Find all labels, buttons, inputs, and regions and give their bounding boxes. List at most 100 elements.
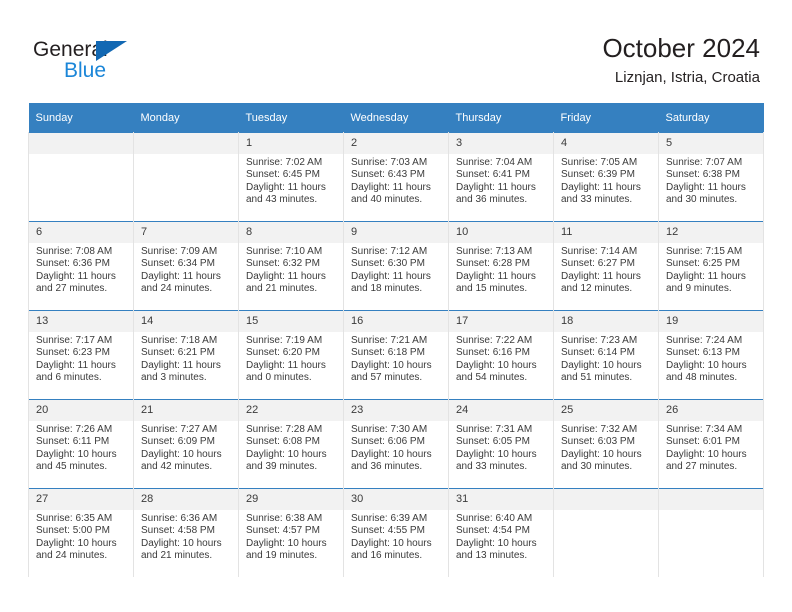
calendar-day-cell[interactable]: 26 Sunrise: 7:34 AM Sunset: 6:01 PM Dayligh…	[658, 399, 764, 489]
daylight-text: Daylight: 10 hours and 27 minutes.	[666, 448, 747, 472]
calendar-day-cell[interactable]: 31 Sunrise: 6:40 AM Sunset: 4:54 PM Dayligh…	[448, 488, 554, 577]
day-cell-inner: 12 Sunrise: 7:15 AM Sunset: 6:25 PM Dayligh…	[659, 222, 763, 310]
day-sun-info: Sunrise: 7:32 AM Sunset: 6:03 PM Daylight:…	[554, 421, 658, 473]
day-cell-inner: 21 Sunrise: 7:27 AM Sunset: 6:09 PM Dayligh…	[134, 400, 238, 488]
day-sun-info: Sunrise: 7:19 AM Sunset: 6:20 PM Daylight:…	[239, 332, 343, 384]
day-number: 22	[239, 400, 343, 421]
sunrise-text: Sunrise: 7:34 AM	[666, 424, 743, 435]
calendar-week-row: 1 Sunrise: 7:02 AM Sunset: 6:45 PM Daylight…	[28, 132, 764, 222]
sunrise-text: Sunrise: 7:12 AM	[351, 246, 428, 257]
day-cell-inner	[554, 489, 658, 577]
calendar-day-cell[interactable]: 29 Sunrise: 6:38 AM Sunset: 4:57 PM Dayligh…	[238, 488, 344, 577]
calendar-body: 1 Sunrise: 7:02 AM Sunset: 6:45 PM Daylight…	[28, 132, 764, 577]
calendar-day-cell[interactable]: 13 Sunrise: 7:17 AM Sunset: 6:23 PM Dayligh…	[28, 310, 134, 400]
day-number: 28	[134, 489, 238, 510]
calendar-day-cell[interactable]: 30 Sunrise: 6:39 AM Sunset: 4:55 PM Dayligh…	[343, 488, 449, 577]
calendar-day-cell[interactable]: 22 Sunrise: 7:28 AM Sunset: 6:08 PM Dayligh…	[238, 399, 344, 489]
calendar-table: Sunday Monday Tuesday Wednesday Thursday…	[28, 103, 764, 577]
day-number: 24	[449, 400, 553, 421]
calendar-day-cell[interactable]: 1 Sunrise: 7:02 AM Sunset: 6:45 PM Daylight…	[238, 132, 344, 222]
sunrise-text: Sunrise: 7:17 AM	[36, 335, 113, 346]
location-subtitle: Liznjan, Istria, Croatia	[614, 69, 760, 86]
day-cell-inner: 17 Sunrise: 7:22 AM Sunset: 6:16 PM Dayligh…	[449, 311, 553, 399]
calendar-day-cell[interactable]: 25 Sunrise: 7:32 AM Sunset: 6:03 PM Dayligh…	[553, 399, 659, 489]
calendar-page: General Blue October 2024 Liznjan, Istri…	[0, 0, 792, 612]
calendar-week-row: 20 Sunrise: 7:26 AM Sunset: 6:11 PM Dayligh…	[28, 399, 764, 489]
day-number: 23	[344, 400, 448, 421]
calendar-day-cell[interactable]: 4 Sunrise: 7:05 AM Sunset: 6:39 PM Daylight…	[553, 132, 659, 222]
daylight-text: Daylight: 10 hours and 13 minutes.	[456, 537, 537, 561]
sunset-text: Sunset: 6:01 PM	[666, 436, 740, 448]
sunset-text: Sunset: 6:21 PM	[141, 347, 215, 359]
day-cell-inner: 22 Sunrise: 7:28 AM Sunset: 6:08 PM Dayligh…	[239, 400, 343, 488]
calendar-day-cell[interactable]: 27 Sunrise: 6:35 AM Sunset: 5:00 PM Dayligh…	[28, 488, 134, 577]
day-cell-inner: 30 Sunrise: 6:39 AM Sunset: 4:55 PM Dayligh…	[344, 489, 448, 577]
daylight-text: Daylight: 11 hours and 36 minutes.	[456, 181, 536, 205]
sunrise-text: Sunrise: 7:18 AM	[141, 335, 218, 346]
day-number: 14	[134, 311, 238, 332]
sunrise-text: Sunrise: 7:08 AM	[36, 246, 113, 257]
daylight-text: Daylight: 10 hours and 45 minutes.	[36, 448, 117, 472]
sunset-text: Sunset: 6:23 PM	[36, 347, 110, 359]
calendar-day-cell[interactable]: 11 Sunrise: 7:14 AM Sunset: 6:27 PM Dayligh…	[553, 221, 659, 311]
calendar-day-cell[interactable]: 15 Sunrise: 7:19 AM Sunset: 6:20 PM Dayligh…	[238, 310, 344, 400]
calendar-day-cell[interactable]: 5 Sunrise: 7:07 AM Sunset: 6:38 PM Daylight…	[658, 132, 764, 222]
sunrise-text: Sunrise: 7:23 AM	[561, 335, 638, 346]
sunrise-text: Sunrise: 7:05 AM	[561, 157, 638, 168]
day-cell-inner	[134, 133, 238, 221]
calendar-head: Sunday Monday Tuesday Wednesday Thursday…	[28, 103, 764, 133]
calendar-day-cell[interactable]: 7 Sunrise: 7:09 AM Sunset: 6:34 PM Daylight…	[133, 221, 239, 311]
calendar-day-cell[interactable]: 17 Sunrise: 7:22 AM Sunset: 6:16 PM Dayligh…	[448, 310, 554, 400]
calendar-day-cell[interactable]: 10 Sunrise: 7:13 AM Sunset: 6:28 PM Dayligh…	[448, 221, 554, 311]
sunset-text: Sunset: 4:54 PM	[456, 525, 530, 537]
day-cell-inner: 5 Sunrise: 7:07 AM Sunset: 6:38 PM Daylight…	[659, 133, 763, 221]
day-sun-info: Sunrise: 7:15 AM Sunset: 6:25 PM Daylight:…	[659, 243, 763, 295]
day-cell-inner: 13 Sunrise: 7:17 AM Sunset: 6:23 PM Dayligh…	[29, 311, 133, 399]
day-sun-info: Sunrise: 7:24 AM Sunset: 6:13 PM Daylight:…	[659, 332, 763, 384]
calendar-day-cell[interactable]: 24 Sunrise: 7:31 AM Sunset: 6:05 PM Dayligh…	[448, 399, 554, 489]
day-cell-inner: 15 Sunrise: 7:19 AM Sunset: 6:20 PM Dayligh…	[239, 311, 343, 399]
calendar-day-cell[interactable]: 8 Sunrise: 7:10 AM Sunset: 6:32 PM Daylight…	[238, 221, 344, 311]
day-sun-info: Sunrise: 7:10 AM Sunset: 6:32 PM Daylight:…	[239, 243, 343, 295]
calendar-day-cell[interactable]: 16 Sunrise: 7:21 AM Sunset: 6:18 PM Dayligh…	[343, 310, 449, 400]
day-cell-inner: 6 Sunrise: 7:08 AM Sunset: 6:36 PM Daylight…	[29, 222, 133, 310]
sunset-text: Sunset: 6:03 PM	[561, 436, 635, 448]
calendar-day-cell[interactable]: 3 Sunrise: 7:04 AM Sunset: 6:41 PM Daylight…	[448, 132, 554, 222]
daylight-text: Daylight: 10 hours and 24 minutes.	[36, 537, 117, 561]
calendar-day-cell[interactable]: 28 Sunrise: 6:36 AM Sunset: 4:58 PM Dayligh…	[133, 488, 239, 577]
calendar-day-cell[interactable]: 6 Sunrise: 7:08 AM Sunset: 6:36 PM Daylight…	[28, 221, 134, 311]
day-cell-inner: 19 Sunrise: 7:24 AM Sunset: 6:13 PM Dayligh…	[659, 311, 763, 399]
sunset-text: Sunset: 4:57 PM	[246, 525, 320, 537]
day-cell-inner: 24 Sunrise: 7:31 AM Sunset: 6:05 PM Dayligh…	[449, 400, 553, 488]
day-number: 3	[449, 133, 553, 154]
sunset-text: Sunset: 6:34 PM	[141, 258, 215, 270]
day-sun-info: Sunrise: 7:22 AM Sunset: 6:16 PM Daylight:…	[449, 332, 553, 384]
calendar-day-cell[interactable]: 18 Sunrise: 7:23 AM Sunset: 6:14 PM Dayligh…	[553, 310, 659, 400]
calendar-day-cell[interactable]: 21 Sunrise: 7:27 AM Sunset: 6:09 PM Dayligh…	[133, 399, 239, 489]
sunset-text: Sunset: 6:43 PM	[351, 169, 425, 181]
calendar-day-cell[interactable]: 2 Sunrise: 7:03 AM Sunset: 6:43 PM Daylight…	[343, 132, 449, 222]
page-title: October 2024	[602, 33, 760, 63]
daylight-text: Daylight: 10 hours and 39 minutes.	[246, 448, 327, 472]
weekday-header-wednesday: Wednesday	[343, 103, 449, 133]
calendar-day-cell[interactable]: 20 Sunrise: 7:26 AM Sunset: 6:11 PM Dayligh…	[28, 399, 134, 489]
sunset-text: Sunset: 6:14 PM	[561, 347, 635, 359]
page-header: General Blue October 2024 Liznjan, Istri…	[0, 0, 792, 103]
day-number: 2	[344, 133, 448, 154]
sunset-text: Sunset: 6:38 PM	[666, 169, 740, 181]
calendar-day-cell[interactable]: 12 Sunrise: 7:15 AM Sunset: 6:25 PM Dayligh…	[658, 221, 764, 311]
day-cell-inner: 20 Sunrise: 7:26 AM Sunset: 6:11 PM Dayligh…	[29, 400, 133, 488]
daylight-text: Daylight: 11 hours and 6 minutes.	[36, 359, 116, 383]
sunrise-text: Sunrise: 7:31 AM	[456, 424, 533, 435]
day-number: 27	[29, 489, 133, 510]
calendar-day-cell[interactable]: 19 Sunrise: 7:24 AM Sunset: 6:13 PM Dayligh…	[658, 310, 764, 400]
calendar-day-cell[interactable]: 23 Sunrise: 7:30 AM Sunset: 6:06 PM Dayligh…	[343, 399, 449, 489]
calendar-week-row: 13 Sunrise: 7:17 AM Sunset: 6:23 PM Dayligh…	[28, 310, 764, 400]
daylight-text: Daylight: 11 hours and 30 minutes.	[666, 181, 746, 205]
daylight-text: Daylight: 11 hours and 21 minutes.	[246, 270, 326, 294]
sunrise-text: Sunrise: 7:24 AM	[666, 335, 743, 346]
day-number: 20	[29, 400, 133, 421]
calendar-day-cell[interactable]: 9 Sunrise: 7:12 AM Sunset: 6:30 PM Daylight…	[343, 221, 449, 311]
calendar-day-cell[interactable]: 14 Sunrise: 7:18 AM Sunset: 6:21 PM Dayligh…	[133, 310, 239, 400]
sunset-text: Sunset: 6:11 PM	[36, 436, 110, 448]
